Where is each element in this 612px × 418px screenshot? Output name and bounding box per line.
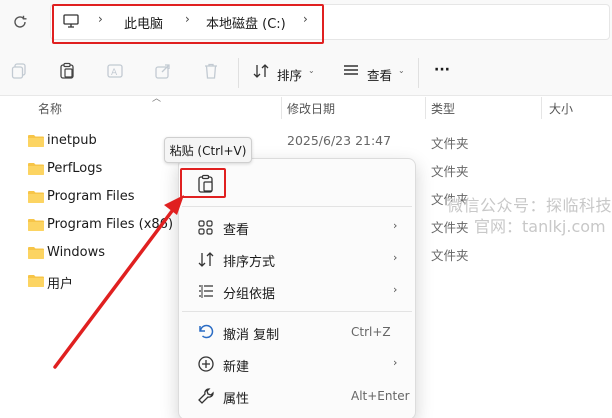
red-arrow-annotation <box>53 195 184 369</box>
